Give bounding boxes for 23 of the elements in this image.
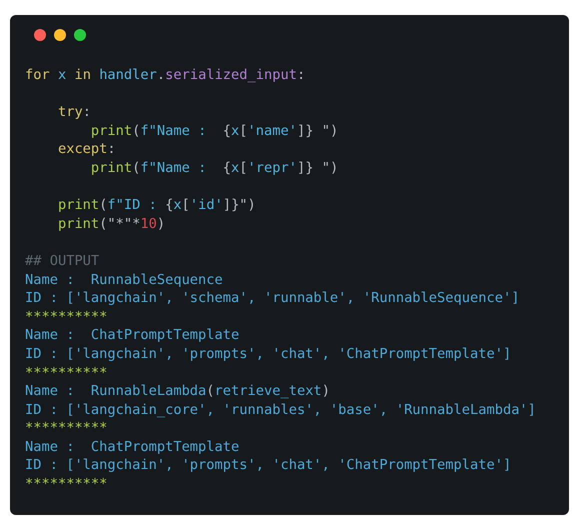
code-line: ********** xyxy=(25,475,108,494)
window-control-dot[interactable] xyxy=(54,29,66,41)
code-line: ********** xyxy=(25,364,108,382)
code-line: Name : ChatPromptTemplate xyxy=(25,326,240,345)
code-line: except: xyxy=(56,140,117,159)
code-line: print(f"Name : {x['name']} ") xyxy=(90,122,340,140)
code-line: ## OUTPUT xyxy=(25,252,100,271)
window-control-dot[interactable] xyxy=(74,29,86,41)
code-line: try: xyxy=(56,103,92,122)
code-line: print(f"Name : {x['repr']} ") xyxy=(90,158,340,178)
code-line: ID : ['langchain', 'prompts', 'chat', 'ChatPromptTemplate'] xyxy=(25,344,512,364)
code-line: ID : ['langchain_core', 'runnables', 'base', 'RunnableLambda'] xyxy=(25,400,537,420)
code-line: ********** xyxy=(25,419,108,438)
code-line: Name : RunnableSequence xyxy=(25,270,224,290)
code-line: ID : ['langchain', 'schema', 'runnable', 'RunnableSequence'] xyxy=(25,289,520,308)
code-line: Name : ChatPromptTemplate xyxy=(25,438,240,456)
code-line: for x in handler.serialized_input: xyxy=(25,66,306,85)
code-line: Name : RunnableLambda(retrieve_text) xyxy=(25,382,331,401)
window-control-dot[interactable] xyxy=(34,29,46,41)
code-line: print(f"ID : {x['id']}") xyxy=(56,196,257,215)
code-line: ********** xyxy=(25,308,108,326)
code-line: ID : ['langchain', 'prompts', 'chat', 'ChatPromptTemplate'] xyxy=(25,456,512,476)
code-line: print("*"*10) xyxy=(56,214,166,234)
